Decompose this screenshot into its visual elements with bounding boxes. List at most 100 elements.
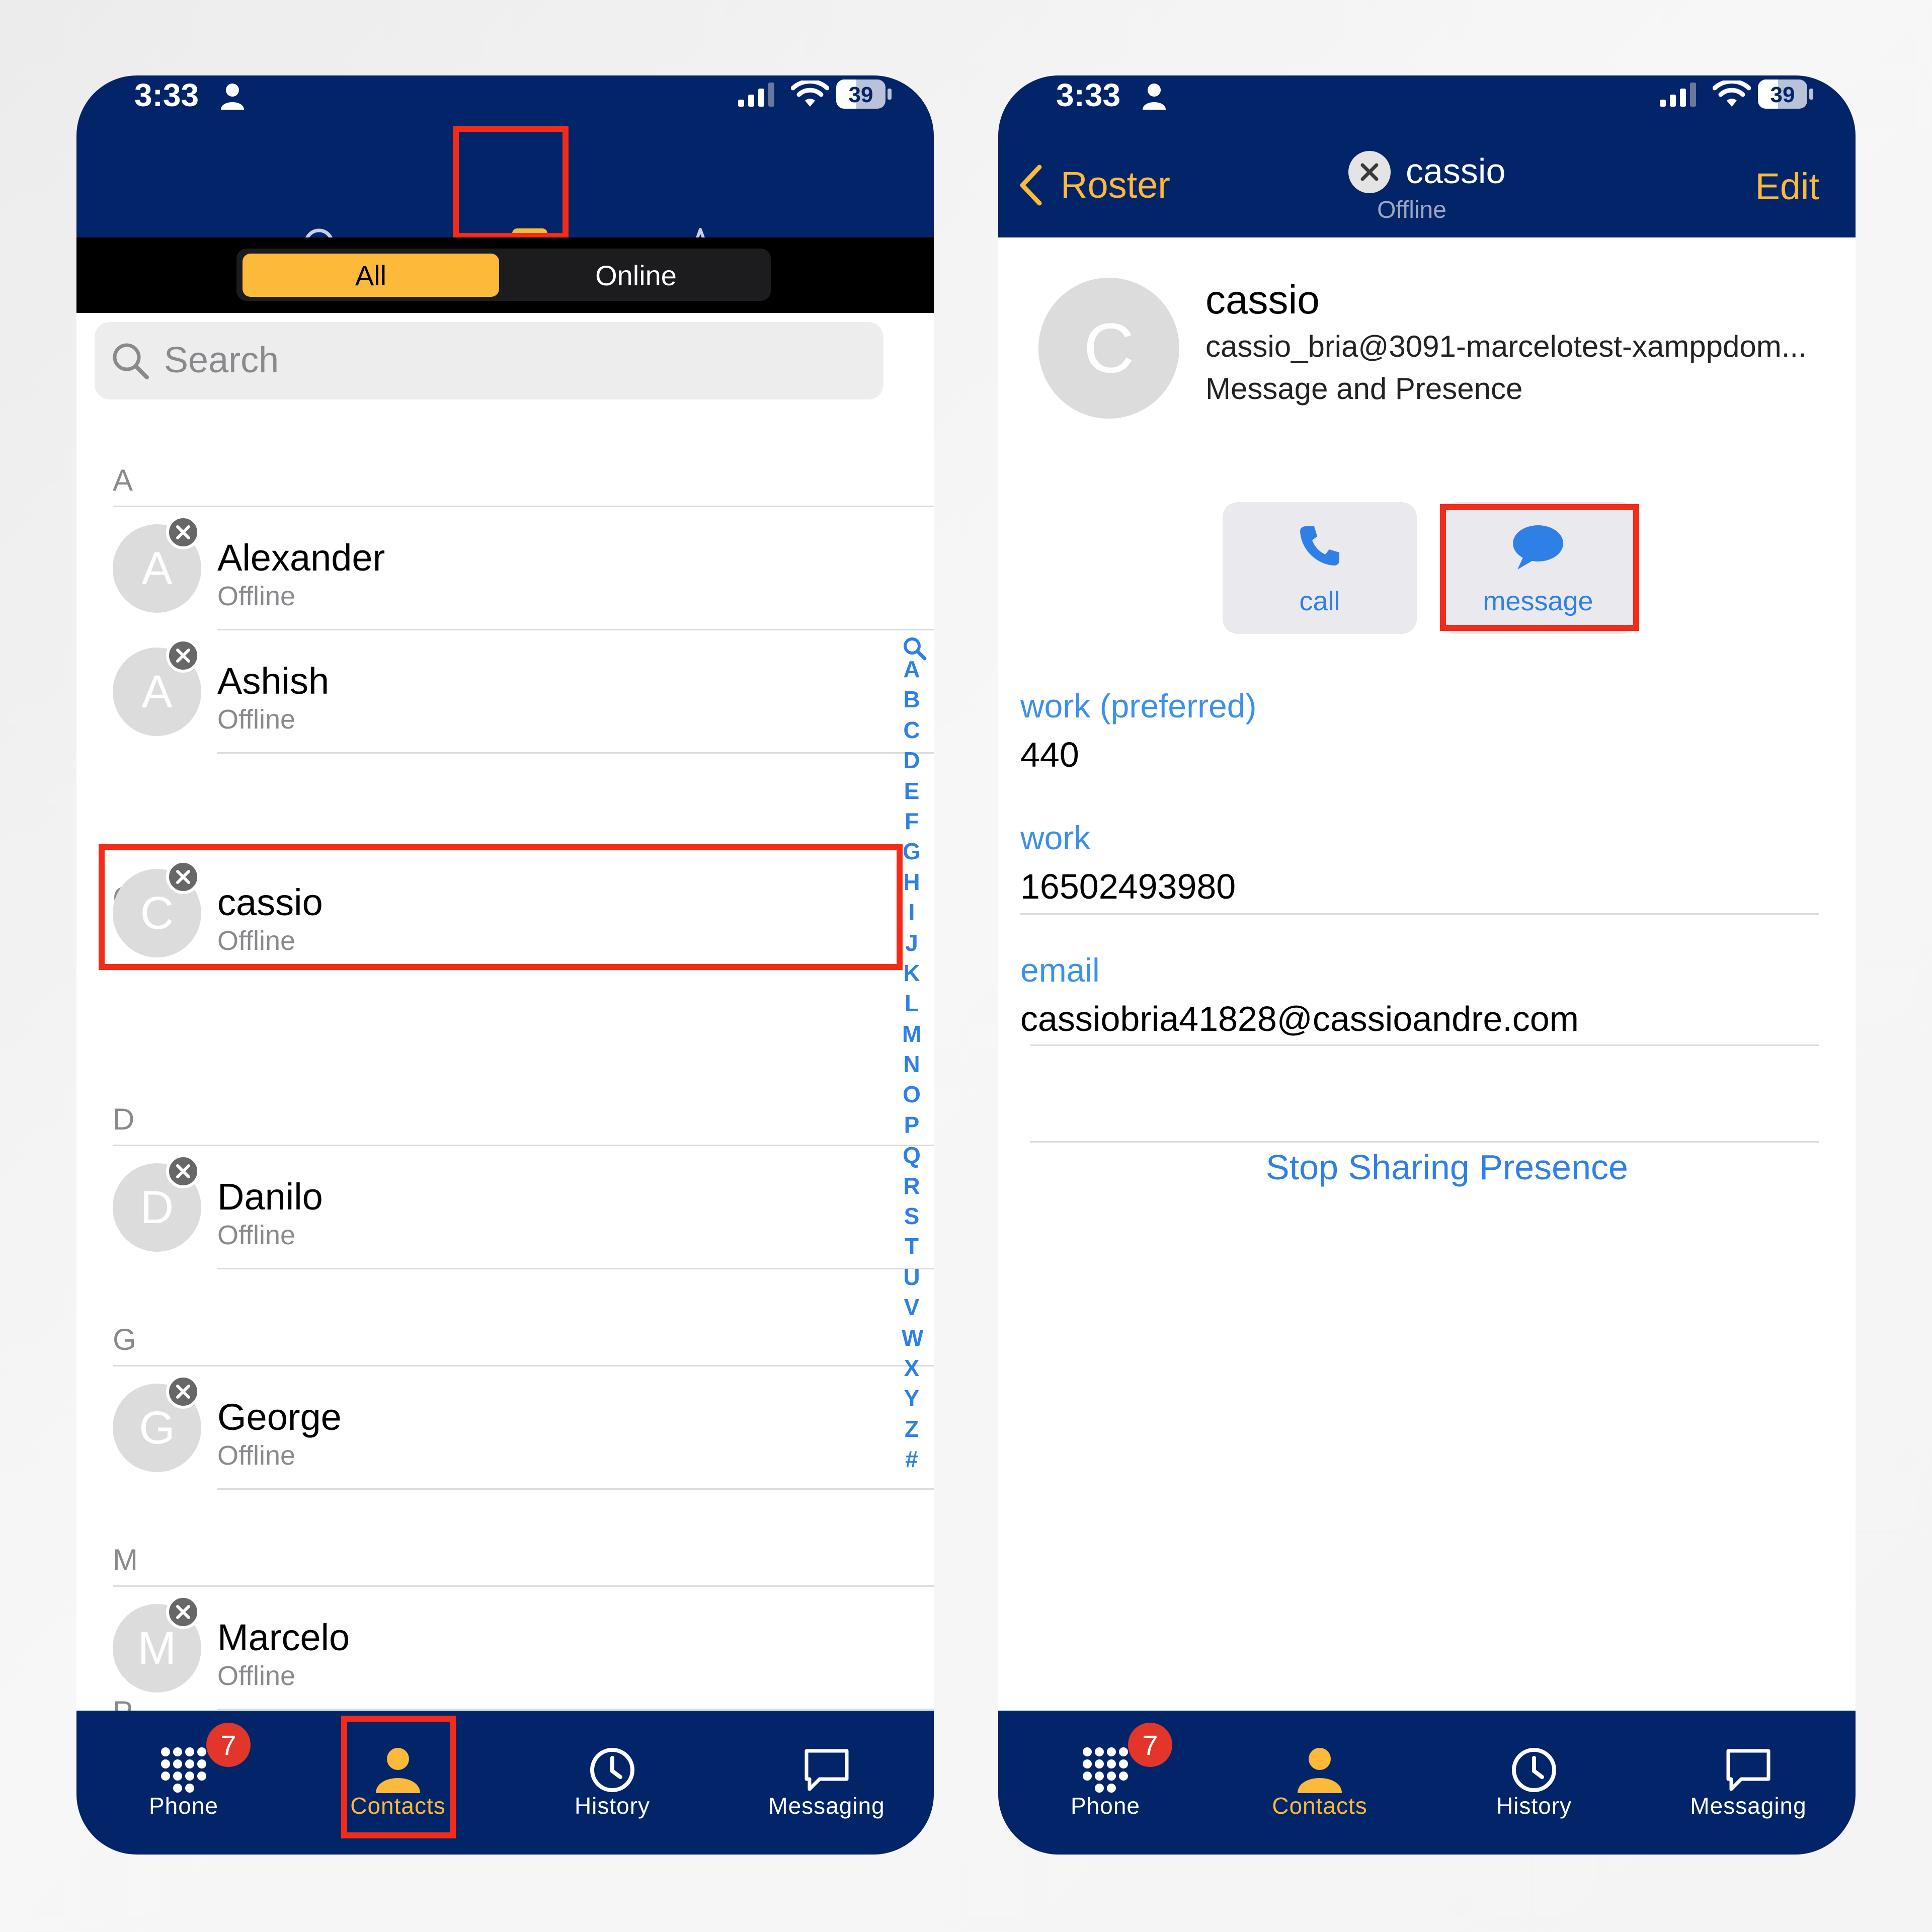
index-letter[interactable]: N bbox=[902, 1049, 922, 1079]
index-letter[interactable]: Q bbox=[902, 1140, 922, 1170]
contact-status: Offline bbox=[217, 581, 296, 611]
divider bbox=[113, 506, 934, 507]
divider bbox=[1030, 1141, 1819, 1143]
index-letter[interactable]: W bbox=[902, 1323, 923, 1353]
index-letter[interactable]: P bbox=[902, 1110, 922, 1140]
index-letter[interactable]: L bbox=[902, 988, 922, 1018]
index-letter[interactable]: K bbox=[902, 958, 922, 988]
nav-title: cassio bbox=[1406, 151, 1506, 191]
status-time: 3:33 bbox=[1056, 77, 1121, 113]
divider bbox=[217, 752, 934, 754]
contact-name: Marcelo bbox=[217, 1617, 350, 1658]
clock-icon bbox=[1512, 1748, 1556, 1792]
contact-status: Offline bbox=[217, 1220, 296, 1250]
index-letter[interactable]: C bbox=[902, 715, 922, 745]
contact-highlight bbox=[99, 844, 903, 970]
missed-calls-badge: 7 bbox=[206, 1723, 251, 1767]
index-letter[interactable]: E bbox=[902, 776, 922, 806]
profile-address: cassio_bria@3091-marcelotest-xamppdom... bbox=[1205, 330, 1807, 363]
index-letter[interactable]: M bbox=[902, 1019, 922, 1049]
tab-label: Messaging bbox=[768, 1793, 885, 1819]
contacts-list-screen: 3:33 39 All Online A bbox=[76, 75, 934, 1855]
section-header-d: D bbox=[113, 1102, 135, 1136]
app-header: 3:33 39 bbox=[76, 75, 934, 290]
tab-bar: 7 Phone Contacts History Messaging bbox=[76, 1711, 934, 1855]
filter-online-tab[interactable]: Online bbox=[507, 254, 765, 297]
search-bar[interactable] bbox=[95, 322, 883, 399]
index-letter[interactable]: A bbox=[902, 654, 922, 684]
field-label: work bbox=[1020, 819, 1091, 856]
edit-button[interactable]: Edit bbox=[1755, 165, 1819, 208]
alphabet-index[interactable]: A B C D E F G H I J K L M N O P Q R S T U V W X Y Z # bbox=[902, 654, 923, 1475]
divider bbox=[217, 629, 934, 630]
battery-icon: 39 bbox=[836, 79, 892, 109]
index-letter[interactable]: Z bbox=[902, 1414, 922, 1444]
field-value-work-preferred[interactable]: 440 bbox=[1020, 735, 1079, 775]
search-icon bbox=[113, 343, 149, 379]
tab-phone[interactable]: 7 Phone bbox=[998, 1711, 1213, 1855]
index-letter[interactable]: G bbox=[902, 836, 922, 866]
chat-icon bbox=[1726, 1749, 1770, 1791]
cellular-signal-icon bbox=[1660, 83, 1696, 107]
index-letter[interactable]: D bbox=[902, 745, 922, 775]
person-icon bbox=[1298, 1748, 1342, 1793]
avatar: C bbox=[1038, 278, 1179, 419]
battery-icon: 39 bbox=[1758, 79, 1813, 109]
tab-messaging[interactable]: Messaging bbox=[1641, 1711, 1856, 1855]
divider bbox=[113, 1585, 934, 1587]
divider bbox=[217, 1488, 934, 1490]
field-label: email bbox=[1020, 951, 1100, 989]
index-letter[interactable]: T bbox=[902, 1231, 922, 1261]
contact-row-george[interactable]: G George Offline bbox=[76, 1367, 861, 1488]
field-value-work[interactable]: 16502493980 bbox=[1020, 866, 1236, 907]
tab-history[interactable]: History bbox=[505, 1711, 719, 1855]
section-header-g: G bbox=[113, 1323, 136, 1356]
index-letter[interactable]: O bbox=[902, 1079, 922, 1109]
index-letter[interactable]: U bbox=[902, 1262, 922, 1292]
presence-filter-bar: All Online bbox=[76, 237, 934, 313]
roster-tab-highlight bbox=[453, 126, 569, 239]
call-button[interactable]: call bbox=[1223, 502, 1417, 634]
contact-name: Danilo bbox=[217, 1176, 323, 1218]
contact-status: Offline bbox=[217, 1661, 296, 1691]
profile-name: cassio bbox=[1205, 277, 1320, 322]
index-letter[interactable]: J bbox=[902, 928, 922, 958]
index-letter[interactable]: H bbox=[902, 867, 922, 897]
person-status-icon bbox=[221, 84, 244, 110]
index-letter[interactable]: F bbox=[902, 806, 922, 836]
search-input[interactable] bbox=[164, 337, 858, 383]
index-letter[interactable]: B bbox=[902, 684, 922, 714]
field-label: work (preferred) bbox=[1020, 687, 1257, 725]
call-label: call bbox=[1299, 586, 1340, 616]
index-letter[interactable]: # bbox=[902, 1444, 922, 1474]
contact-row-marcelo[interactable]: M Marcelo Offline bbox=[76, 1588, 861, 1709]
wifi-icon bbox=[791, 80, 829, 107]
battery-level: 39 bbox=[1770, 83, 1795, 107]
tab-contacts[interactable]: Contacts bbox=[1213, 1711, 1427, 1855]
tab-messaging[interactable]: Messaging bbox=[719, 1711, 934, 1855]
divider bbox=[113, 1365, 934, 1366]
contact-status: Offline bbox=[217, 1440, 296, 1471]
phone-icon bbox=[1300, 526, 1339, 566]
filter-all-tab[interactable]: All bbox=[243, 254, 499, 297]
index-letter[interactable]: S bbox=[902, 1201, 922, 1231]
stop-sharing-presence-button[interactable]: Stop Sharing Presence bbox=[1018, 1147, 1856, 1187]
field-value-email[interactable]: cassiobria41828@cassioandre.com bbox=[1020, 999, 1579, 1039]
contact-row-ashish[interactable]: A Ashish Offline bbox=[76, 631, 861, 752]
contact-name: George bbox=[217, 1396, 342, 1438]
index-letter[interactable]: V bbox=[902, 1292, 922, 1322]
contact-row-danilo[interactable]: D Danilo Offline bbox=[76, 1147, 861, 1268]
status-bar: 3:33 39 bbox=[998, 75, 1856, 131]
app-header: 3:33 39 Roster cassio Offline Edit bbox=[998, 75, 1856, 237]
contact-row-alexander[interactable]: A Alexander Offline bbox=[76, 508, 861, 629]
tab-history[interactable]: History bbox=[1427, 1711, 1641, 1855]
clock-icon bbox=[590, 1748, 634, 1792]
index-letter[interactable]: R bbox=[902, 1171, 922, 1201]
tab-phone[interactable]: 7 Phone bbox=[76, 1711, 291, 1855]
person-status-icon bbox=[1143, 84, 1166, 110]
status-time: 3:33 bbox=[134, 77, 199, 113]
index-letter[interactable]: Y bbox=[902, 1383, 922, 1413]
tab-label: Phone bbox=[148, 1793, 218, 1819]
index-letter[interactable]: I bbox=[902, 897, 922, 927]
index-letter[interactable]: X bbox=[902, 1353, 922, 1383]
